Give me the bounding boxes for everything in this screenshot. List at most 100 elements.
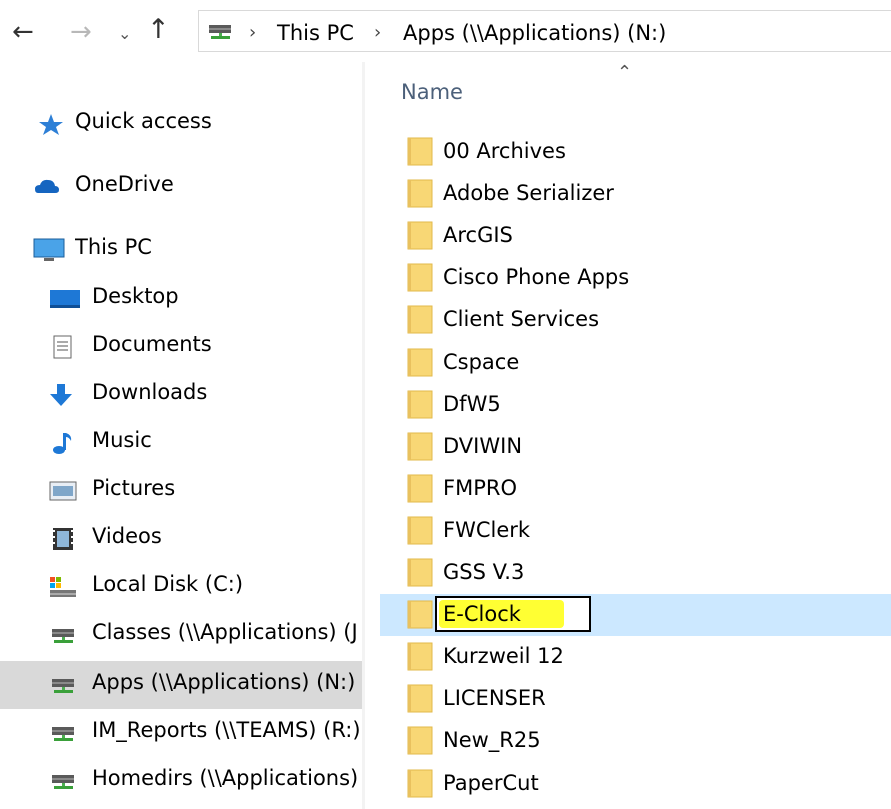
star-icon (39, 114, 63, 135)
forward-arrow-icon[interactable]: → (70, 18, 92, 46)
breadcrumb-this-pc[interactable]: This PC (277, 21, 354, 45)
folder-icon (407, 516, 433, 545)
breadcrumb[interactable]: › This PC › Apps (\\Applications) (N:) (198, 10, 891, 52)
folder-row[interactable]: 00 Archives (401, 131, 891, 173)
nav-item-label: Local Disk (C:) (92, 572, 244, 596)
folder-icon (407, 558, 433, 587)
navigation-pane: Quick access OneDrive This PC Desktop Do… (0, 62, 362, 809)
back-arrow-icon[interactable]: ← (12, 18, 34, 46)
folder-row[interactable]: New_R25 (401, 720, 891, 762)
nav-item-onedrive[interactable]: OneDrive (0, 163, 362, 211)
nav-item-quick-access[interactable]: Quick access (0, 100, 362, 148)
nav-item-label: Homedirs (\\Applications) (U:) (92, 766, 360, 790)
folder-icon (407, 600, 433, 629)
folder-icon (407, 769, 433, 798)
address-bar: ← → ⌄ ↑ › This PC › Apps (\\Applications… (0, 0, 891, 62)
nav-item-label: Videos (92, 524, 162, 548)
nav-item-label: Documents (92, 332, 212, 356)
folder-row[interactable]: Adobe Serializer (401, 173, 891, 215)
pictures-icon (49, 481, 77, 501)
folder-name: FMPRO (443, 476, 517, 500)
nav-item-local-disk-c[interactable]: Local Disk (C:) (0, 563, 362, 611)
folder-row[interactable]: DfW5 (401, 384, 891, 426)
rename-field[interactable] (435, 596, 591, 632)
up-arrow-icon[interactable]: ↑ (147, 16, 170, 44)
network-drive-icon (52, 727, 74, 741)
folder-name: GSS V.3 (443, 560, 525, 584)
folder-icon (407, 432, 433, 461)
nav-item-apps-drive[interactable]: Apps (\\Applications) (N:) (0, 661, 362, 709)
nav-item-videos[interactable]: Videos (0, 515, 362, 563)
folder-row[interactable]: PaperCut (401, 763, 891, 805)
folder-row[interactable]: ArcGIS (401, 215, 891, 257)
network-drive-icon (52, 679, 74, 693)
folder-icon (407, 726, 433, 755)
nav-item-label: Apps (\\Applications) (N:) (92, 670, 356, 694)
download-icon (50, 384, 72, 406)
folder-name: Kurzweil 12 (443, 644, 564, 668)
folder-icon (407, 137, 433, 166)
folder-name: Cisco Phone Apps (443, 265, 630, 289)
folder-icon (407, 305, 433, 334)
folder-name: Cspace (443, 350, 520, 374)
folder-row[interactable]: LICENSER (401, 678, 891, 720)
column-header-name[interactable]: Name (401, 80, 463, 104)
folder-icon (407, 179, 433, 208)
chevron-right-icon: › (374, 22, 382, 43)
folder-icon (407, 390, 433, 419)
folder-row[interactable]: GSS V.3 (401, 552, 891, 594)
folder-row[interactable]: Cspace (401, 342, 891, 384)
video-icon (53, 528, 73, 550)
nav-item-this-pc[interactable]: This PC (0, 226, 362, 274)
folder-row[interactable]: Client Services (401, 299, 891, 341)
nav-item-desktop[interactable]: Desktop (0, 275, 362, 323)
folder-icon (407, 642, 433, 671)
nav-item-label: Pictures (92, 476, 176, 500)
folder-name: New_R25 (443, 728, 541, 752)
folder-row[interactable]: Kurzweil 12 (401, 636, 891, 678)
nav-item-label: Downloads (92, 380, 208, 404)
document-icon (53, 335, 72, 359)
chevron-down-icon[interactable]: ⌄ (118, 20, 131, 48)
nav-item-label: Quick access (75, 109, 212, 133)
nav-item-classes-drive[interactable]: Classes (\\Applications) (J:) (0, 611, 362, 659)
folder-name: 00 Archives (443, 139, 566, 163)
cloud-icon (35, 179, 59, 193)
nav-item-downloads[interactable]: Downloads (0, 371, 362, 419)
folder-icon (407, 474, 433, 503)
folder-name: LICENSER (443, 686, 546, 710)
folder-name: Adobe Serializer (443, 181, 614, 205)
caret-up-icon: ⌃ (617, 62, 633, 83)
folder-name: ArcGIS (443, 223, 513, 247)
folder-name: DVIWIN (443, 434, 523, 458)
folder-icon (407, 348, 433, 377)
folder-name: Client Services (443, 307, 600, 331)
nav-item-homedirs-drive[interactable]: Homedirs (\\Applications) (U:) (0, 757, 362, 805)
music-icon (53, 433, 72, 454)
nav-item-label: Classes (\\Applications) (J:) (92, 620, 360, 644)
nav-item-music[interactable]: Music (0, 419, 362, 467)
nav-item-pictures[interactable]: Pictures (0, 467, 362, 515)
nav-item-documents[interactable]: Documents (0, 323, 362, 371)
folder-row[interactable] (380, 594, 891, 636)
folder-name: PaperCut (443, 771, 539, 795)
desktop-icon (50, 290, 80, 308)
folder-name: FWClerk (443, 518, 531, 542)
folder-row[interactable]: FMPRO (401, 468, 891, 510)
folder-icon (407, 221, 433, 250)
nav-item-im-reports-drive[interactable]: IM_Reports (\\TEAMS) (R:) (0, 709, 362, 757)
network-drive-icon (52, 775, 74, 789)
folder-icon (407, 263, 433, 292)
chevron-right-icon: › (249, 22, 257, 43)
network-drive-icon (209, 25, 231, 39)
local-disk-icon (50, 577, 76, 597)
folder-row[interactable]: Cisco Phone Apps (401, 257, 891, 299)
network-drive-icon (52, 629, 74, 643)
rename-input[interactable] (437, 598, 589, 630)
folder-row[interactable]: FWClerk (401, 510, 891, 552)
nav-item-label: IM_Reports (\\TEAMS) (R:) (92, 718, 360, 742)
breadcrumb-apps[interactable]: Apps (\\Applications) (N:) (403, 21, 666, 45)
nav-item-label: Music (92, 428, 152, 452)
folder-row[interactable]: DVIWIN (401, 426, 891, 468)
folder-name: DfW5 (443, 392, 501, 416)
